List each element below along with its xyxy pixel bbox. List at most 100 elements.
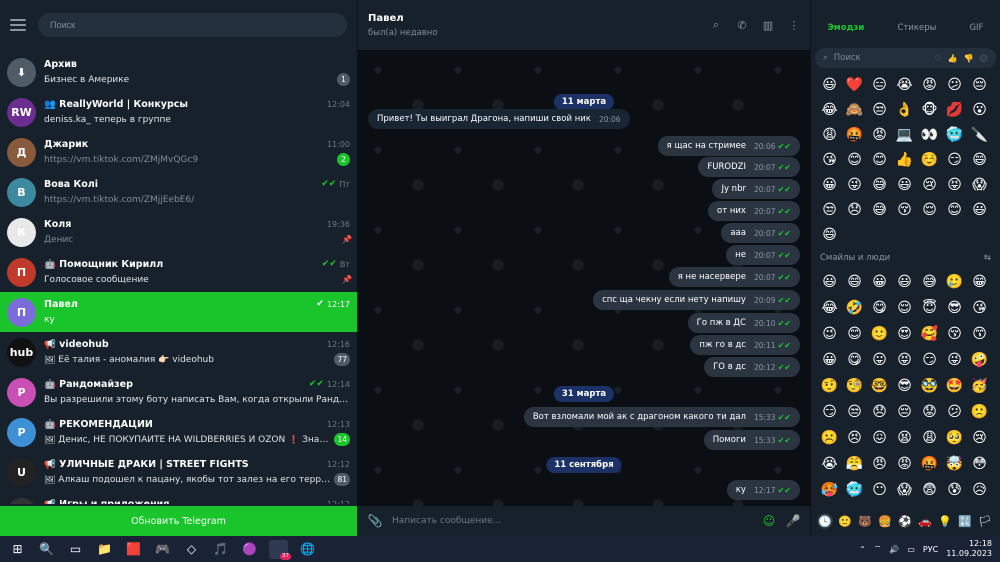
chat-item[interactable]: И 📢 Игры и приложения 12:12 (0, 492, 357, 504)
chat-item[interactable]: RW 👥 ReallyWorld | Конкурсы 12:04 deniss… (0, 92, 357, 132)
sidebar-toggle-icon[interactable]: ▥ (762, 19, 774, 32)
emoji-item[interactable]: 😡 (892, 451, 917, 476)
emoji-item[interactable]: 😀 (867, 269, 892, 294)
emoji-item[interactable]: 🤩 (942, 373, 967, 398)
outgoing-message[interactable]: я щас на стримее 20:06 ✔✔ (657, 136, 800, 156)
emoji-item[interactable]: 😡 (867, 122, 892, 147)
outgoing-message[interactable]: спс ща чекну если нету напишу 20:09 ✔✔ (593, 290, 800, 310)
incoming-message[interactable]: Привет! Ты выиграл Драгона, напиши свой … (368, 109, 630, 129)
emoji-item[interactable]: 😄 (967, 147, 992, 172)
emoji-item[interactable]: 😱 (892, 477, 917, 502)
emoji-item[interactable]: 😃 (817, 72, 842, 97)
emoji-item[interactable]: 😒 (817, 197, 842, 222)
emoji-item[interactable]: 🧐 (842, 373, 867, 398)
emoji-item[interactable]: 👍 (892, 147, 917, 172)
emoji-item[interactable]: 😰 (942, 477, 967, 502)
emoji-item[interactable]: 😑 (867, 72, 892, 97)
emoji-item[interactable]: 😅 (867, 172, 892, 197)
menu-icon[interactable] (10, 19, 26, 31)
face-icon[interactable]: ☺ (980, 54, 988, 63)
thumbs-up-icon[interactable]: 👍 (948, 54, 958, 63)
emoji-item[interactable]: 😨 (917, 477, 942, 502)
chevron-up-icon[interactable]: ⌃ (859, 545, 866, 554)
outgoing-message[interactable]: Помоги 15:33 ✔✔ (703, 430, 800, 450)
emoji-item[interactable]: 😏 (942, 147, 967, 172)
chat-title[interactable]: Павел (368, 13, 438, 24)
emoji-item[interactable]: 🙈 (842, 97, 867, 122)
collapse-icon[interactable]: ⇆ (984, 253, 991, 263)
outgoing-message[interactable]: FURODZI 20:07 ✔✔ (698, 157, 800, 177)
emoji-item[interactable]: 😡 (917, 72, 942, 97)
emoji-item[interactable]: 👌 (892, 97, 917, 122)
emoji-category-icon[interactable]: 🐻 (857, 513, 873, 529)
outgoing-message[interactable]: от них 20:07 ✔✔ (708, 201, 800, 221)
chat-item[interactable]: hub 📢 videohub 12:16 🖼 Её талия - аномал… (0, 332, 357, 372)
emoji-item[interactable]: 🥲 (942, 269, 967, 294)
task-view-icon[interactable]: ▭ (66, 540, 85, 559)
emoji-item[interactable]: 😘 (967, 295, 992, 320)
search-input[interactable] (38, 13, 347, 37)
emoji-item[interactable]: 🤣 (842, 295, 867, 320)
emoji-item[interactable]: 😖 (867, 425, 892, 450)
tab-emoji[interactable]: Эмодзи (828, 23, 865, 37)
emoji-icon[interactable]: ☺ (762, 514, 776, 528)
chrome-icon[interactable]: 🌐 (298, 540, 317, 559)
emoji-item[interactable]: 😃 (817, 269, 842, 294)
emoji-item[interactable]: 😩 (817, 122, 842, 147)
emoji-item[interactable]: 🙂 (867, 321, 892, 346)
chat-item[interactable]: В Вова Колі ✔✔ Пт https://vm.tiktok.com/Z… (0, 172, 357, 212)
outgoing-message[interactable]: Вот взломали мой ак с драгоном какого ти… (523, 407, 800, 427)
emoji-item[interactable]: 😠 (867, 451, 892, 476)
store-icon[interactable]: 🟥 (124, 540, 143, 559)
emoji-item[interactable]: 😞 (867, 399, 892, 424)
emoji-item[interactable]: 😫 (892, 425, 917, 450)
emoji-item[interactable]: 😏 (917, 347, 942, 372)
emoji-item[interactable]: 😏 (817, 399, 842, 424)
emoji-item[interactable]: 🔪 (967, 122, 992, 147)
emoji-category-icon[interactable]: 🕓 (817, 513, 833, 529)
thumbs-down-icon[interactable]: 👎 (964, 54, 974, 63)
outgoing-message[interactable]: Jy nbr 20:07 ✔✔ (712, 179, 800, 199)
emoji-item[interactable]: 😒 (842, 399, 867, 424)
chat-item[interactable]: Д Джарик 11:00 https://vm.tiktok.com/ZMj… (0, 132, 357, 172)
emoji-item[interactable]: 😝 (892, 347, 917, 372)
phone-icon[interactable]: ✆ (736, 19, 748, 32)
emoji-item[interactable]: 😜 (842, 172, 867, 197)
tab-stickers[interactable]: Стикеры (897, 23, 936, 37)
emoji-item[interactable]: 😕 (942, 72, 967, 97)
emoji-item[interactable]: 😍 (892, 321, 917, 346)
emoji-item[interactable]: 😋 (842, 347, 867, 372)
emoji-item[interactable]: 😄 (842, 269, 867, 294)
language-indicator[interactable]: РУС (923, 545, 938, 554)
chat-item[interactable]: U 📢 УЛИЧНЫЕ ДРАКИ | STREET FIGHTS 12:12 … (0, 452, 357, 492)
emoji-item[interactable]: 😢 (967, 425, 992, 450)
emoji-item[interactable]: 😥 (967, 477, 992, 502)
emoji-category-icon[interactable]: 🙂 (837, 513, 853, 529)
heart-icon[interactable]: ♡ (935, 54, 942, 63)
update-telegram-button[interactable]: Обновить Telegram (0, 506, 357, 536)
emoji-item[interactable]: 😜 (942, 347, 967, 372)
emoji-item[interactable]: 😤 (842, 451, 867, 476)
file-explorer-icon[interactable]: 📁 (95, 540, 114, 559)
emoji-item[interactable]: 😂 (817, 97, 842, 122)
emoji-item[interactable]: 💋 (942, 97, 967, 122)
emoji-item[interactable]: 🥸 (917, 373, 942, 398)
emoji-item[interactable]: 🤪 (967, 347, 992, 372)
emoji-category-icon[interactable]: 🚗 (917, 513, 933, 529)
tab-gif[interactable]: GIF (969, 23, 983, 37)
emoji-item[interactable]: 🙁 (967, 399, 992, 424)
emoji-category-icon[interactable]: 💡 (937, 513, 953, 529)
emoji-item[interactable]: 😎 (942, 295, 967, 320)
emoji-item[interactable]: 😂 (817, 295, 842, 320)
emoji-category-icon[interactable]: 🔣 (957, 513, 973, 529)
emoji-item[interactable]: 😭 (817, 451, 842, 476)
more-icon[interactable]: ⋮ (788, 19, 800, 32)
emoji-item[interactable]: 🥶 (842, 477, 867, 502)
emoji-item[interactable]: 👀 (917, 122, 942, 147)
emoji-item[interactable]: 🤯 (942, 451, 967, 476)
emoji-item[interactable]: 😅 (867, 197, 892, 222)
microphone-icon[interactable]: 🎤 (786, 514, 801, 528)
start-icon[interactable]: ⊞ (8, 540, 27, 559)
roblox-icon[interactable]: ◇ (182, 540, 201, 559)
emoji-item[interactable]: 😃 (967, 197, 992, 222)
